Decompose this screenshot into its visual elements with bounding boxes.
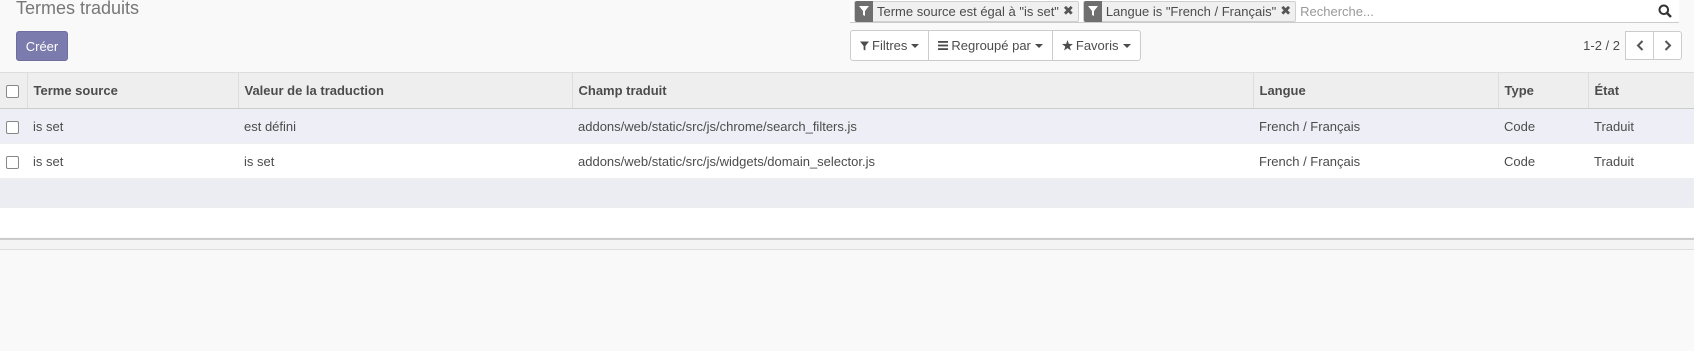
filters-label: Filtres: [872, 38, 908, 53]
cell-type[interactable]: Code: [1498, 143, 1588, 179]
favorites-label: Favoris: [1075, 38, 1119, 53]
empty-row: [0, 178, 1694, 208]
facet-value: Langue is "French / Français": [1105, 3, 1277, 19]
pager-next-button[interactable]: [1653, 31, 1682, 60]
cell-language[interactable]: French / Français: [1253, 108, 1498, 144]
pager-previous-button[interactable]: [1625, 31, 1654, 60]
chevron-right-icon: [1664, 40, 1671, 51]
cell-source-term[interactable]: is set: [27, 143, 238, 179]
cell-type[interactable]: Code: [1498, 108, 1588, 144]
facet-value: Terme source est égal à "is set": [877, 3, 1059, 19]
list-view-table: Terme source Valeur de la traduction Cha…: [0, 72, 1694, 237]
cell-translation-value[interactable]: is set: [238, 143, 572, 179]
table-row[interactable]: is set is set addons/web/static/src/js/w…: [0, 143, 1694, 179]
close-icon[interactable]: ✖: [1063, 3, 1078, 19]
group-by-label: Regroupé par: [951, 38, 1031, 53]
filter-icon: [1083, 0, 1102, 22]
column-header-translated-field[interactable]: Champ traduit: [571, 72, 1253, 109]
magnifier-icon[interactable]: [1654, 0, 1676, 22]
filter-icon: [860, 41, 869, 51]
row-checkbox-cell[interactable]: [0, 108, 27, 144]
pager-value[interactable]: 1-2 / 2: [1583, 38, 1620, 53]
bars-icon: [938, 41, 949, 50]
cell-source-term[interactable]: is set: [27, 108, 238, 144]
table-header-row: Terme source Valeur de la traduction Cha…: [0, 72, 1694, 109]
cell-language[interactable]: French / Français: [1253, 143, 1498, 179]
pager: 1-2 / 2: [1583, 30, 1682, 61]
empty-row: [0, 207, 1694, 237]
column-header-language[interactable]: Langue: [1252, 72, 1498, 109]
chevron-left-icon: [1636, 40, 1643, 51]
filter-icon: [855, 0, 873, 22]
table-row[interactable]: is set est défini addons/web/static/src/…: [0, 108, 1694, 144]
column-header-translation-value[interactable]: Valeur de la traduction: [237, 72, 572, 109]
table-footer: [0, 238, 1694, 250]
cell-state[interactable]: Traduit: [1588, 143, 1694, 179]
cell-state[interactable]: Traduit: [1588, 108, 1694, 144]
row-checkbox-cell[interactable]: [0, 143, 27, 179]
column-header-type[interactable]: Type: [1497, 72, 1588, 109]
search-facet-language[interactable]: Langue is "French / Français" ✖: [1082, 0, 1297, 22]
filters-dropdown[interactable]: Filtres: [850, 30, 930, 61]
column-header-source-term[interactable]: Terme source: [26, 72, 238, 109]
search-options: Filtres Regroupé par Favoris: [850, 30, 1141, 61]
row-checkbox[interactable]: [6, 155, 19, 169]
caret-down-icon: [911, 43, 920, 48]
cell-translated-field[interactable]: addons/web/static/src/js/chrome/search_f…: [572, 108, 1253, 144]
close-icon[interactable]: ✖: [1280, 3, 1295, 19]
caret-down-icon: [1034, 43, 1043, 48]
row-checkbox[interactable]: [6, 120, 19, 134]
create-button[interactable]: Créer: [16, 31, 68, 61]
star-icon: [1061, 40, 1073, 51]
page-title: Termes traduits: [16, 0, 140, 18]
select-all-checkbox[interactable]: [6, 85, 19, 99]
cell-translated-field[interactable]: addons/web/static/src/js/widgets/domain_…: [572, 143, 1253, 179]
control-panel: Termes traduits Créer Terme source est é…: [0, 0, 1694, 72]
favorites-dropdown[interactable]: Favoris: [1051, 30, 1141, 61]
group-by-dropdown[interactable]: Regroupé par: [928, 30, 1053, 61]
caret-down-icon: [1122, 43, 1131, 48]
search-view: Terme source est égal à "is set" ✖ Langu…: [850, 0, 1679, 23]
cell-translation-value[interactable]: est défini: [238, 108, 572, 144]
search-input[interactable]: [1296, 1, 1654, 21]
search-facet-source-term[interactable]: Terme source est égal à "is set" ✖: [854, 0, 1079, 22]
select-all-checkbox-cell[interactable]: [0, 72, 27, 109]
column-header-state[interactable]: État: [1587, 72, 1694, 109]
